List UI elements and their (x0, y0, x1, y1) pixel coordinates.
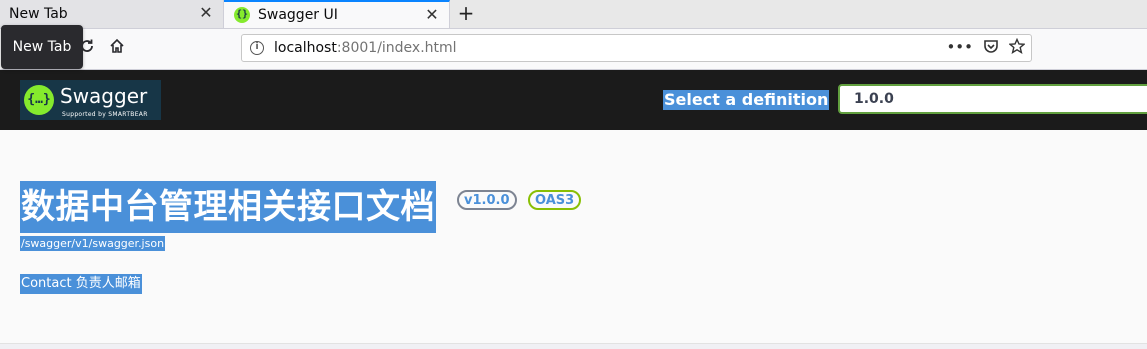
pocket-icon[interactable] (983, 38, 999, 58)
oas-badge: OAS3 (528, 190, 582, 210)
logo-text: Swagger (60, 84, 148, 108)
spec-url-link[interactable]: /swagger/v1/swagger.json (20, 236, 166, 251)
new-tab-button[interactable]: + (456, 2, 476, 24)
bookmark-star-icon[interactable] (1008, 37, 1026, 58)
url-text[interactable]: localhost:8001/index.html (274, 40, 457, 56)
tooltip: New Tab (1, 25, 83, 69)
url-bar[interactable]: i localhost:8001/index.html ••• (241, 34, 1032, 62)
tab-label: Swagger UI (258, 7, 338, 23)
tab-label: New Tab (9, 6, 68, 22)
contact-link[interactable]: Contact 负责人邮箱 (20, 274, 142, 294)
tab-new-tab[interactable]: New Tab ✕ (0, 0, 224, 28)
url-actions: ••• (946, 37, 1026, 58)
main-content (0, 130, 1147, 343)
swagger-favicon-icon: {} (234, 7, 250, 23)
divider (0, 343, 1147, 349)
tab-strip: New Tab ✕ {} Swagger UI ✕ + (0, 0, 1147, 29)
version-badge: v1.0.0 (457, 190, 517, 210)
tab-swagger-ui[interactable]: {} Swagger UI ✕ (224, 0, 450, 28)
close-tab-icon[interactable]: ✕ (197, 4, 215, 22)
select-definition-label: Select a definition (663, 90, 830, 110)
swagger-logo[interactable]: {…} Swagger Supported by SMARTBEAR (20, 80, 161, 120)
url-path: :8001/index.html (336, 40, 457, 56)
more-icon[interactable]: ••• (946, 38, 973, 58)
page-title: 数据中台管理相关接口文档 (20, 181, 436, 233)
definition-select[interactable]: 1.0.0 (838, 84, 1147, 114)
site-info-icon[interactable]: i (250, 41, 264, 55)
close-tab-icon[interactable]: ✕ (423, 6, 441, 24)
swagger-logo-icon: {…} (24, 85, 54, 115)
navigation-bar: i localhost:8001/index.html ••• (0, 29, 1147, 70)
url-host: localhost (274, 40, 337, 56)
logo-subtext: Supported by SMARTBEAR (62, 111, 148, 118)
home-icon[interactable] (105, 37, 129, 61)
